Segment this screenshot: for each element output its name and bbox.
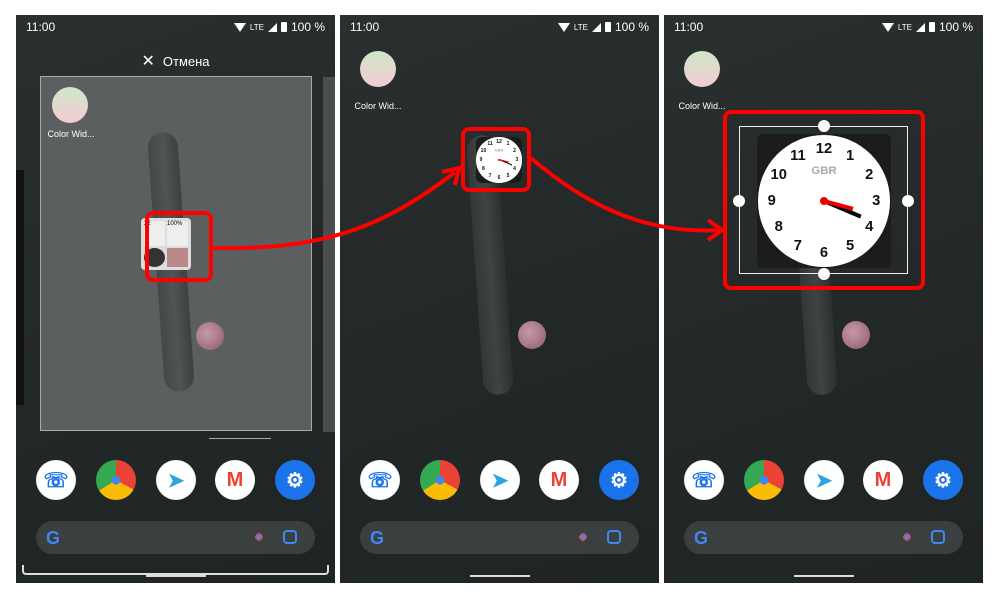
arrows xyxy=(212,156,726,251)
arrow-2 xyxy=(529,156,721,233)
arrow-1 xyxy=(212,170,457,251)
